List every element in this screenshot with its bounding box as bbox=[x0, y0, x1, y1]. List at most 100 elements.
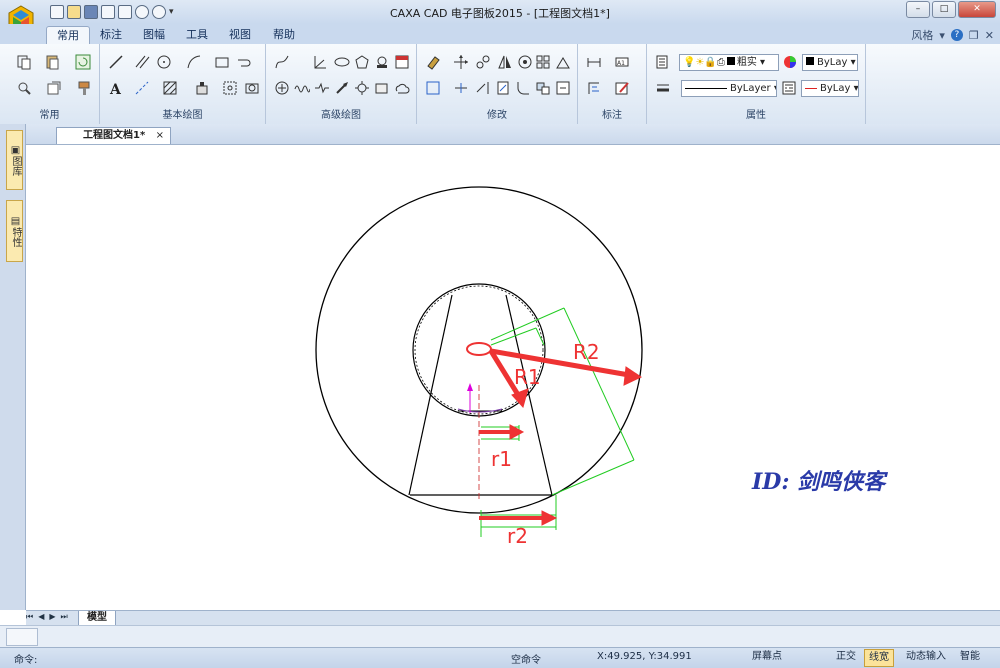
parallel-line-icon[interactable] bbox=[134, 54, 150, 70]
polyline-icon[interactable] bbox=[236, 54, 252, 70]
close-doc-icon[interactable]: ✕ bbox=[985, 29, 994, 42]
line-icon[interactable] bbox=[108, 54, 124, 70]
document-tab[interactable]: 工程图文档1* × bbox=[56, 127, 171, 144]
paste-icon[interactable] bbox=[44, 54, 60, 70]
group-modify: 修改 bbox=[417, 44, 578, 124]
array-icon[interactable] bbox=[535, 54, 551, 70]
cloud-icon[interactable] bbox=[394, 80, 410, 96]
command-area bbox=[0, 625, 1000, 648]
lineweight-icon[interactable] bbox=[655, 80, 671, 96]
color-swatch bbox=[806, 57, 814, 65]
copy-move-icon[interactable] bbox=[475, 54, 491, 70]
sheet-metal-icon[interactable] bbox=[374, 80, 390, 96]
smart-snap-button[interactable]: 智能 bbox=[956, 649, 984, 665]
find-icon[interactable] bbox=[16, 80, 32, 96]
tab-common[interactable]: 常用 bbox=[46, 26, 90, 45]
help-icon[interactable]: ? bbox=[950, 29, 963, 41]
rectangle-icon[interactable] bbox=[214, 54, 230, 70]
move-icon[interactable] bbox=[453, 54, 469, 70]
edit-annotation-icon[interactable] bbox=[614, 80, 630, 96]
copy-icon[interactable] bbox=[16, 54, 32, 70]
ribbon: 常用 A 基本绘图 高级绘图 修改 A1 标注 💡☀🔒⎙ 粗实 ▾ ByLay … bbox=[0, 44, 1000, 125]
snap-mode-button[interactable]: 屏幕点 bbox=[748, 649, 786, 665]
linetype-value: ByLayer bbox=[730, 83, 771, 94]
image-icon[interactable] bbox=[244, 80, 260, 96]
hole-icon[interactable] bbox=[274, 80, 290, 96]
block-icon[interactable] bbox=[194, 80, 210, 96]
linewidth-toggle-button[interactable]: 线宽 bbox=[864, 649, 894, 667]
fillet-icon[interactable] bbox=[515, 80, 531, 96]
tab-sheet[interactable]: 图幅 bbox=[133, 26, 175, 44]
break-icon[interactable] bbox=[495, 80, 511, 96]
document-tab-label: 工程图文档1* bbox=[83, 130, 146, 141]
wave-line-icon[interactable] bbox=[294, 80, 310, 96]
group-common: 常用 bbox=[0, 44, 100, 124]
restore-icon[interactable]: ❐ bbox=[969, 29, 979, 42]
point-icon[interactable] bbox=[374, 54, 390, 70]
match-properties-icon[interactable] bbox=[46, 80, 62, 96]
coordinate-dim-icon[interactable] bbox=[586, 80, 602, 96]
table-icon[interactable] bbox=[394, 54, 410, 70]
offset-icon[interactable] bbox=[425, 80, 441, 96]
minimize-button[interactable]: – bbox=[906, 1, 930, 18]
brush-icon[interactable] bbox=[76, 80, 92, 96]
sidebar-tab-library[interactable]: ▣图库 bbox=[6, 130, 23, 190]
dimension-icon[interactable] bbox=[586, 54, 602, 70]
arrow-icon[interactable] bbox=[334, 80, 350, 96]
linetype-combo[interactable]: ByLayer ▾ bbox=[681, 80, 777, 97]
mirror-icon[interactable] bbox=[497, 54, 513, 70]
gear-icon[interactable] bbox=[354, 80, 370, 96]
close-button[interactable]: ✕ bbox=[958, 1, 996, 18]
ellipse-icon[interactable] bbox=[334, 54, 350, 70]
layer-combo[interactable]: 💡☀🔒⎙ 粗实 ▾ bbox=[679, 54, 779, 71]
style-label[interactable]: 风格 bbox=[911, 27, 933, 43]
hatch-icon[interactable] bbox=[162, 80, 178, 96]
spline-icon[interactable] bbox=[274, 54, 290, 70]
circle-icon[interactable] bbox=[156, 54, 172, 70]
maximize-button[interactable]: □ bbox=[932, 1, 956, 18]
tab-tools[interactable]: 工具 bbox=[176, 26, 218, 44]
trim-icon[interactable] bbox=[453, 80, 469, 96]
angle-line-icon[interactable] bbox=[312, 54, 328, 70]
tab-view[interactable]: 视图 bbox=[219, 26, 261, 44]
dropdown-icon[interactable]: ▾ bbox=[939, 29, 945, 42]
explode-icon[interactable] bbox=[535, 80, 551, 96]
last-layout-icon[interactable]: ⏭ bbox=[61, 612, 68, 622]
tab-help[interactable]: 帮助 bbox=[263, 26, 305, 44]
break-line-icon[interactable] bbox=[314, 80, 330, 96]
stretch-icon[interactable] bbox=[555, 80, 571, 96]
rotate-icon[interactable] bbox=[517, 54, 533, 70]
layout-tab-bar: ⏮ ◀ ▶ ⏭ 模型 bbox=[26, 610, 1000, 626]
centerline-icon[interactable] bbox=[134, 80, 150, 96]
group-advanced-draw: 高级绘图 bbox=[266, 44, 417, 124]
linetype-combo-2[interactable]: ByLay ▾ bbox=[801, 80, 859, 97]
leader-text-icon[interactable]: A1 bbox=[614, 54, 630, 70]
next-layout-icon[interactable]: ▶ bbox=[49, 612, 55, 622]
sidebar-tab-properties[interactable]: ▤特性 bbox=[6, 200, 23, 262]
frame-icon[interactable] bbox=[222, 80, 238, 96]
polygon-icon[interactable] bbox=[354, 54, 370, 70]
extend-icon[interactable] bbox=[475, 80, 491, 96]
command-history-box[interactable] bbox=[6, 628, 38, 646]
model-tab[interactable]: 模型 bbox=[78, 611, 116, 626]
linetype-manager-icon[interactable] bbox=[781, 80, 797, 96]
scale-icon[interactable] bbox=[555, 54, 571, 70]
drawing-canvas[interactable]: R1 R2 r1 r2 ID: 剑鸣侠客 bbox=[26, 145, 1000, 610]
color-wheel-icon[interactable] bbox=[782, 54, 798, 70]
first-layout-icon[interactable]: ⏮ bbox=[26, 612, 33, 622]
arc-icon[interactable] bbox=[186, 54, 202, 70]
print-layer-icon: ⎙ bbox=[716, 57, 725, 68]
ortho-button[interactable]: 正交 bbox=[832, 649, 860, 665]
erase-icon[interactable] bbox=[425, 54, 441, 70]
group-label-annotate: 标注 bbox=[602, 110, 622, 121]
refresh-icon[interactable] bbox=[75, 54, 91, 70]
close-tab-icon[interactable]: × bbox=[156, 128, 164, 144]
svg-text:A1: A1 bbox=[617, 60, 625, 67]
tab-annotate[interactable]: 标注 bbox=[90, 26, 132, 44]
color-combo[interactable]: ByLay ▾ bbox=[802, 54, 858, 71]
prev-layout-icon[interactable]: ◀ bbox=[38, 612, 44, 622]
dynamic-input-button[interactable]: 动态输入 bbox=[902, 649, 950, 665]
text-icon[interactable]: A bbox=[108, 80, 124, 96]
layer-manager-icon[interactable] bbox=[655, 54, 671, 70]
window-controls: – □ ✕ bbox=[906, 1, 996, 18]
